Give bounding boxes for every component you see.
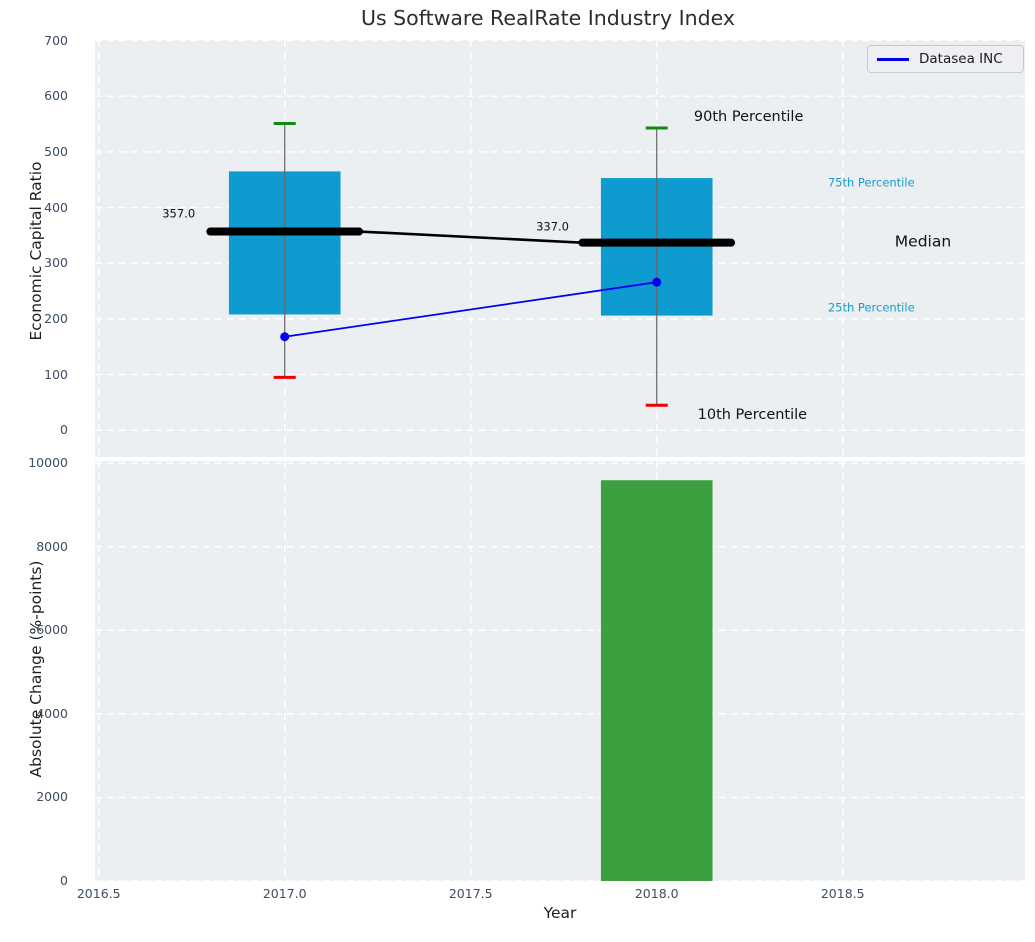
- top-y-tick-label: 300: [0, 255, 68, 271]
- label-90th-percentile: 90th Percentile: [694, 110, 803, 125]
- industry-index-figure: Us Software RealRate Industry Index Econ…: [0, 0, 1035, 942]
- top-y-tick-label: 700: [0, 33, 68, 49]
- x-tick-label: 2018.5: [808, 886, 878, 902]
- bottom-plot-area: [95, 461, 1025, 881]
- bottom-y-tick-label: 8000: [0, 539, 68, 555]
- bottom-y-tick-label: 6000: [0, 622, 68, 638]
- datasea-marker-2017: [280, 332, 289, 341]
- legend-line-swatch: [877, 58, 909, 61]
- top-y-tick-label: 400: [0, 200, 68, 216]
- bottom-y-tick-label: 0: [0, 873, 68, 889]
- chart-title: Us Software RealRate Industry Index: [198, 6, 898, 30]
- top-y-tick-label: 0: [0, 422, 68, 438]
- x-axis-label: Year: [460, 904, 660, 922]
- top-y-tick-label: 500: [0, 144, 68, 160]
- label-25th-percentile: 25th Percentile: [828, 302, 915, 314]
- bottom-y-tick-label: 10000: [0, 455, 68, 471]
- x-tick-label: 2017.0: [250, 886, 320, 902]
- legend-label: Datasea INC: [919, 51, 1003, 67]
- bottom-y-axis-label: Absolute Change (%-points): [27, 519, 49, 819]
- top-y-tick-label: 600: [0, 88, 68, 104]
- label-75th-percentile: 75th Percentile: [828, 177, 915, 189]
- bottom-y-tick-label: 4000: [0, 706, 68, 722]
- bottom-y-tick-label: 2000: [0, 789, 68, 805]
- x-tick-label: 2016.5: [64, 886, 134, 902]
- datasea-marker-2018: [652, 278, 661, 287]
- top-plot-area: [95, 40, 1025, 457]
- median-value-label-2017: 357.0: [162, 209, 195, 221]
- label-10th-percentile: 10th Percentile: [698, 407, 807, 422]
- x-tick-label: 2017.5: [436, 886, 506, 902]
- median-value-label-2018: 337.0: [536, 221, 569, 233]
- label-median: Median: [895, 234, 951, 250]
- x-tick-label: 2018.0: [622, 886, 692, 902]
- legend: Datasea INC: [867, 45, 1024, 73]
- change-bar-2018: [601, 480, 713, 881]
- top-y-tick-label: 200: [0, 311, 68, 327]
- top-y-tick-label: 100: [0, 367, 68, 383]
